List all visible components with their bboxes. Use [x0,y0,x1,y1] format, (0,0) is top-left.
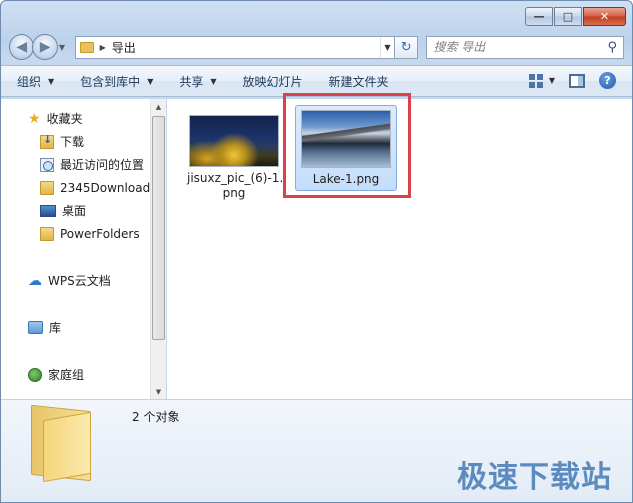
object-count: 2 个对象 [132,410,180,424]
refresh-button[interactable]: ↻ [394,35,419,59]
search-box[interactable]: ⚲ [426,35,624,59]
folder-icon [40,226,54,241]
sidebar-item-homegroup[interactable]: 家庭组 [1,363,151,386]
forward-button[interactable]: ▶ [32,34,58,60]
navigation-list: ★ 收藏夹 下载 最近访问的位置 2345Downloads 桌面 Pow [1,107,151,386]
sidebar-item-label: 家庭组 [48,368,85,382]
desktop-icon [40,204,56,217]
search-input[interactable] [433,40,608,54]
search-icon[interactable]: ⚲ [607,40,617,55]
sidebar-item-label: 2345Downloads [60,180,151,195]
recent-places-icon [40,157,54,172]
explorer-window: — □ ✕ ◀ ▶ ▼ ▶ 导出 ▼ ↻ ⚲ 组织 ▼ 包含到库中 ▼ 共享 ▼ [0,0,633,503]
sidebar-item-favorites[interactable]: ★ 收藏夹 [1,107,151,130]
folder-icon [79,41,94,53]
sidebar-item-label: 库 [49,321,62,335]
sidebar-item-downloads[interactable]: 下载 [1,130,151,153]
back-button[interactable]: ◀ [9,34,35,60]
navigation-scrollbar[interactable]: ▲ ▼ [150,99,166,399]
close-button[interactable]: ✕ [583,7,626,26]
sidebar-item-label: WPS云文档 [48,274,111,288]
sidebar-item-label: 桌面 [62,204,87,218]
sidebar-item-2345downloads[interactable]: 2345Downloads [1,176,151,199]
caption-buttons: — □ ✕ [525,7,626,26]
share-menu[interactable]: 共享 ▼ [179,73,216,90]
slideshow-button[interactable]: 放映幻灯片 [243,73,303,90]
details-pane: 2 个对象 极速下载站 [1,399,632,502]
navigation-pane: ★ 收藏夹 下载 最近访问的位置 2345Downloads 桌面 Pow [1,99,166,399]
history-dropdown-icon[interactable]: ▼ [59,43,71,52]
organize-menu[interactable]: 组织 ▼ [17,73,54,90]
annotation-highlight-box [283,93,411,198]
sidebar-item-wps-cloud[interactable]: ☁ WPS云文档 [1,269,151,292]
sidebar-item-recent-places[interactable]: 最近访问的位置 [1,153,151,176]
folder-icon [31,404,93,483]
toolbar-right-group: ▼ ? [528,72,616,89]
file-item[interactable]: jisuxz_pic_(6)-1. png [187,115,284,201]
file-list: jisuxz_pic_(6)-1. png Lake-1.png [167,93,632,399]
star-icon: ★ [28,110,41,127]
toolbar-label: 共享 [179,74,204,89]
library-icon [28,321,43,334]
file-name-line: jisuxz_pic_(6)-1. [187,171,284,185]
chevron-down-icon: ▼ [147,76,154,86]
view-options-chevron-icon[interactable]: ▼ [549,76,555,85]
toolbar-label: 包含到库中 [80,74,141,89]
sidebar-item-label: PowerFolders [60,226,140,241]
address-dropdown-icon[interactable]: ▼ [379,36,394,58]
site-watermark: 极速下载站 [457,460,612,495]
navigation-bar: ◀ ▶ ▼ ▶ 导出 ▼ ↻ ⚲ [9,33,624,61]
sidebar-item-label: 收藏夹 [46,112,83,126]
homegroup-icon [28,367,42,382]
help-icon[interactable]: ? [599,72,616,89]
download-folder-icon [40,133,54,149]
sidebar-item-label: 下载 [60,135,85,149]
address-bar[interactable]: ▶ 导出 ▼ [74,35,395,59]
folder-icon [40,180,54,195]
toolbar-label: 新建文件夹 [328,74,389,89]
toolbar-label: 放映幻灯片 [242,74,303,89]
toolbar-label: 组织 [17,74,42,89]
breadcrumb-current[interactable]: 导出 [112,39,380,56]
sidebar-item-libraries[interactable]: 库 [1,316,151,339]
minimize-button[interactable]: — [525,7,553,26]
scroll-down-icon[interactable]: ▼ [151,384,166,399]
change-view-icon[interactable] [528,73,543,88]
sidebar-item-label: 最近访问的位置 [60,158,145,172]
scrollbar-thumb[interactable] [152,116,165,340]
image-thumbnail [189,115,279,167]
scroll-up-icon[interactable]: ▲ [151,99,166,114]
chevron-down-icon: ▼ [48,76,55,86]
file-name-line: png [222,186,246,200]
cloud-icon: ☁ [28,272,42,289]
breadcrumb-separator-icon[interactable]: ▶ [100,43,106,52]
chevron-down-icon: ▼ [210,76,217,86]
preview-pane-icon[interactable] [569,73,585,88]
sidebar-item-powerfolders[interactable]: PowerFolders [1,222,151,245]
maximize-button[interactable]: □ [554,7,582,26]
sidebar-item-desktop[interactable]: 桌面 [1,199,151,222]
new-folder-button[interactable]: 新建文件夹 [329,73,389,90]
include-in-library-menu[interactable]: 包含到库中 ▼ [80,73,153,90]
